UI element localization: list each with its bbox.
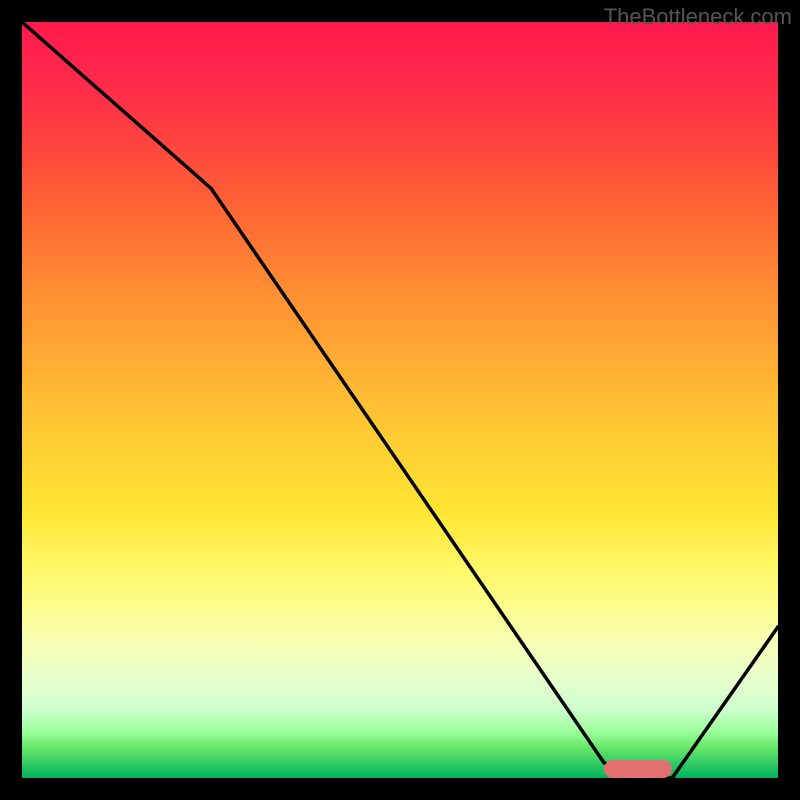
watermark-text: TheBottleneck.com [604, 4, 792, 30]
bottleneck-curve [22, 22, 778, 778]
optimal-range-marker [604, 760, 672, 778]
